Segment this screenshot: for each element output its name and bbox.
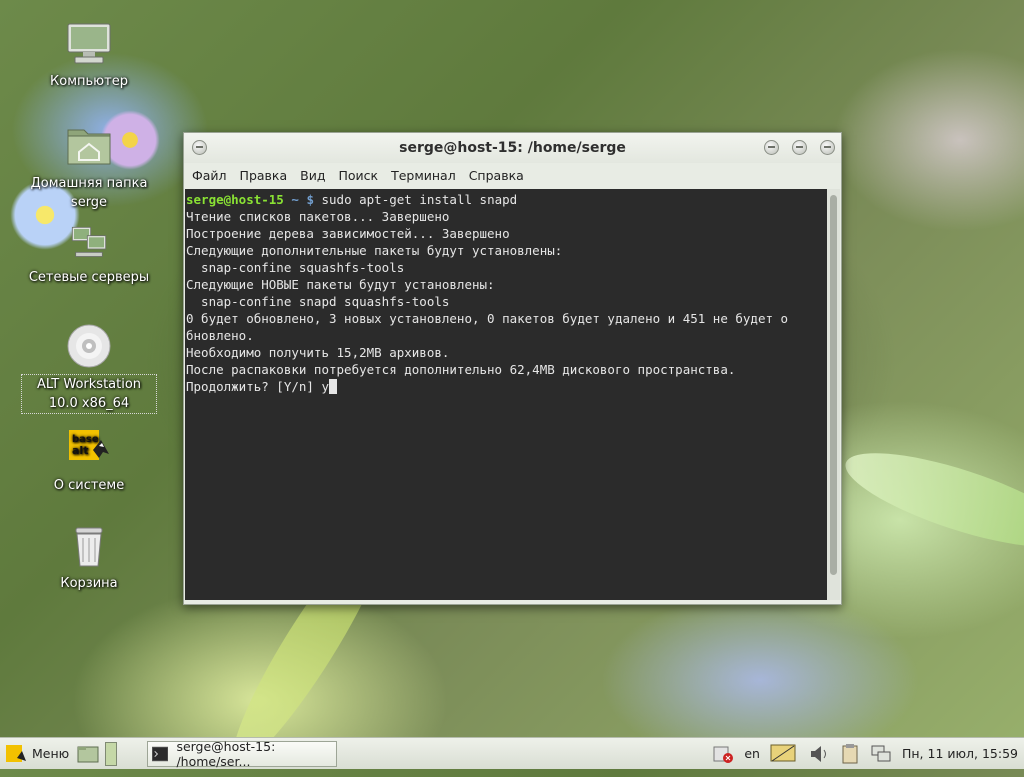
terminal-line: snap-confine squashfs-tools	[186, 260, 405, 275]
desktop-icon-home-folder[interactable]: Домашняя папка serge	[21, 122, 157, 212]
file-manager-icon	[77, 746, 99, 762]
prompt-user: serge@host-15	[186, 192, 284, 207]
update-notifier-icon[interactable]	[712, 744, 734, 764]
minimize-button[interactable]	[764, 140, 779, 155]
start-menu-button[interactable]: Меню	[0, 738, 69, 769]
prompt-symbol: $	[306, 192, 314, 207]
basealt-menu-icon	[6, 744, 26, 762]
terminal-line: бновлено.	[186, 328, 254, 343]
taskbar: Меню serge@host-15: /home/ser... en Пн, …	[0, 737, 1024, 769]
show-desktop-button[interactable]	[77, 738, 99, 769]
desktop-icon-computer[interactable]: Компьютер	[21, 20, 157, 91]
taskbar-terminal-button[interactable]: serge@host-15: /home/ser...	[147, 738, 338, 769]
menu-edit[interactable]: Правка	[235, 168, 293, 183]
window-titlebar[interactable]: serge@host-15: /home/serge	[184, 133, 841, 163]
terminal-scrollbar[interactable]	[827, 189, 840, 600]
menu-file[interactable]: Файл	[187, 168, 232, 183]
confirm-prompt: Продолжить? [Y/n] y	[186, 379, 329, 394]
display-settings-icon[interactable]	[770, 743, 798, 765]
clipboard-icon[interactable]	[840, 743, 860, 765]
svg-text:alt: alt	[72, 444, 88, 457]
window-menubar: Файл Правка Вид Поиск Терминал Справка	[184, 163, 841, 187]
desktop-icon-label: Домашняя папка serge	[30, 176, 148, 210]
home-folder-icon	[67, 129, 111, 165]
terminal-line: Следующие НОВЫЕ пакеты будут установлены…	[186, 277, 495, 292]
network-servers-icon	[71, 226, 107, 257]
terminal-line: snap-confine snapd squashfs-tools	[186, 294, 450, 309]
system-tray: en Пн, 11 июл, 15:59	[712, 743, 1024, 765]
desktop-icon-trash[interactable]: Корзина	[21, 522, 157, 593]
terminal-line: Следующие дополнительные пакеты будут ус…	[186, 243, 563, 258]
workspace-switcher[interactable]	[105, 738, 118, 769]
desktop-icon-label: Корзина	[60, 576, 118, 591]
window-title: serge@host-15: /home/serge	[399, 140, 626, 156]
trash-icon	[75, 527, 103, 567]
menu-label: Меню	[32, 746, 70, 761]
desktop-icon-label: ALT Workstation 10.0 x86_64	[21, 374, 157, 414]
desktop-icon-label: Компьютер	[50, 74, 128, 89]
terminal-icon	[152, 746, 169, 761]
desktop-icon-installer-disc[interactable]: ALT Workstation 10.0 x86_64	[21, 322, 157, 414]
terminal-line: Необходимо получить 15,2MB архивов.	[186, 345, 450, 360]
clock[interactable]: Пн, 11 июл, 15:59	[902, 746, 1018, 761]
menu-view[interactable]: Вид	[295, 168, 330, 183]
volume-icon[interactable]	[808, 743, 830, 765]
menu-help[interactable]: Справка	[464, 168, 529, 183]
desktop-icon-network-servers[interactable]: Сетевые серверы	[21, 224, 157, 287]
basealt-logo-icon: base alt	[69, 430, 109, 460]
menu-terminal[interactable]: Терминал	[386, 168, 461, 183]
terminal-prompt-line: serge@host-15 ~ $ sudo apt-get install s…	[186, 191, 827, 208]
network-icon[interactable]	[870, 743, 892, 765]
desktop-icon-label: Сетевые серверы	[28, 270, 150, 285]
scrollbar-thumb[interactable]	[830, 195, 837, 575]
optical-disc-icon	[67, 324, 111, 368]
terminal-input-line[interactable]: Продолжить? [Y/n] y	[186, 378, 827, 395]
workspace-indicator	[105, 741, 118, 766]
desktop-icon-about-system[interactable]: base alt О системе	[21, 424, 157, 495]
prompt-command: sudo apt-get install snapd	[321, 192, 518, 207]
terminal-line: После распаковки потребуется дополнитель…	[186, 362, 736, 377]
taskbar-terminal-label: serge@host-15: /home/ser...	[176, 738, 276, 769]
prompt-dir: ~	[291, 192, 299, 207]
terminal-window: serge@host-15: /home/serge Файл Правка В…	[183, 132, 842, 605]
desktop-icon-label: О системе	[53, 478, 125, 493]
terminal-line: 0 будет обновлено, 3 новых установлено, …	[186, 311, 789, 326]
computer-icon	[67, 23, 111, 64]
terminal-output[interactable]: serge@host-15 ~ $ sudo apt-get install s…	[185, 189, 827, 600]
menu-search[interactable]: Поиск	[333, 168, 383, 183]
keyboard-layout-indicator[interactable]: en	[744, 746, 760, 761]
maximize-button[interactable]	[792, 140, 807, 155]
terminal-line: Чтение списков пакетов... Завершено	[186, 209, 450, 224]
terminal-line: Построение дерева зависимостей... Заверш…	[186, 226, 510, 241]
text-cursor	[329, 379, 337, 394]
close-button[interactable]	[820, 140, 835, 155]
grass-blade-decoration	[836, 434, 1024, 566]
